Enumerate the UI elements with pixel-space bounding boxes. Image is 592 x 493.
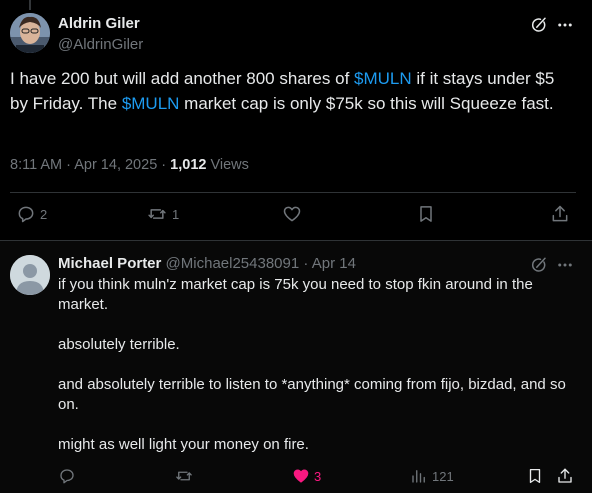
reply-author-handle[interactable]: @Michael25438091 bbox=[166, 255, 300, 272]
more-icon[interactable] bbox=[554, 254, 576, 276]
views-label: Views bbox=[210, 157, 249, 173]
repost-icon bbox=[148, 209, 166, 219]
author-avatar[interactable] bbox=[10, 13, 50, 53]
reply-action-bar: 3 121 bbox=[0, 467, 592, 489]
reply-post: Michael Porter @Michael25438091 · Apr 14… bbox=[0, 241, 592, 493]
cashtag-link[interactable]: $MULN bbox=[122, 94, 180, 113]
like-count: 3 bbox=[314, 468, 322, 484]
reply-paragraph: if you think muln'z market cap is 75k yo… bbox=[58, 276, 533, 313]
reply-paragraph: might as well light your money on fire. bbox=[58, 436, 309, 453]
reply-button[interactable] bbox=[58, 467, 76, 485]
post-text-segment: market cap is only $75k so this will Squ… bbox=[179, 93, 554, 113]
like-icon bbox=[283, 206, 301, 222]
meta-separator: · bbox=[161, 157, 171, 173]
like-button[interactable] bbox=[282, 204, 302, 224]
like-icon bbox=[293, 469, 309, 483]
views-button[interactable]: 121 bbox=[410, 467, 454, 485]
more-icon[interactable] bbox=[554, 14, 576, 36]
bookmark-button[interactable] bbox=[416, 204, 436, 224]
reply-icon bbox=[18, 206, 34, 223]
reply-separator: · bbox=[303, 255, 309, 272]
views-icon bbox=[412, 470, 425, 483]
repost-button[interactable]: 1 bbox=[146, 204, 179, 224]
action-bar: 2 1 bbox=[0, 200, 592, 232]
bookmark-icon bbox=[529, 468, 541, 484]
divider bbox=[10, 192, 576, 193]
post-time[interactable]: 8:11 AM bbox=[10, 157, 62, 173]
reply-icon bbox=[60, 469, 74, 484]
reply-paragraph: absolutely terrible. bbox=[58, 336, 180, 353]
bookmark-icon bbox=[420, 206, 432, 222]
post-text: I have 200 but will add another 800 shar… bbox=[10, 67, 570, 116]
repost-icon bbox=[176, 471, 192, 481]
share-icon bbox=[552, 205, 568, 222]
reply-date[interactable]: Apr 14 bbox=[312, 255, 356, 272]
reply-paragraph: and absolutely terrible to listen to *an… bbox=[58, 376, 566, 413]
share-button[interactable] bbox=[556, 467, 574, 485]
cashtag-link[interactable]: $MULN bbox=[354, 69, 412, 88]
default-avatar-icon bbox=[10, 255, 50, 295]
grok-icon[interactable] bbox=[528, 14, 550, 36]
post-meta: 8:11 AM · Apr 14, 2025 · 1,012 Views bbox=[10, 157, 249, 173]
like-button[interactable]: 3 bbox=[292, 467, 321, 485]
post-date[interactable]: Apr 14, 2025 bbox=[74, 157, 157, 173]
views-count: 1,012 bbox=[170, 157, 207, 173]
author-handle[interactable]: @AldrinGiler bbox=[58, 36, 143, 53]
main-post: Aldrin Giler @AldrinGiler I have 200 but… bbox=[0, 0, 592, 240]
reply-text: if you think muln'z market cap is 75k yo… bbox=[58, 275, 578, 475]
meta-separator: · bbox=[66, 157, 75, 173]
avatar-photo bbox=[10, 13, 50, 53]
reply-button[interactable]: 2 bbox=[16, 204, 47, 224]
views-count: 121 bbox=[432, 468, 454, 484]
author-name[interactable]: Aldrin Giler bbox=[58, 15, 140, 32]
reply-avatar[interactable] bbox=[10, 255, 50, 295]
grok-icon[interactable] bbox=[528, 254, 550, 276]
repost-count: 1 bbox=[172, 206, 180, 222]
share-button[interactable] bbox=[550, 204, 570, 224]
reply-count: 2 bbox=[40, 206, 48, 222]
share-icon bbox=[558, 468, 572, 483]
reply-author-name[interactable]: Michael Porter bbox=[58, 255, 161, 272]
reply-header: Michael Porter @Michael25438091 · Apr 14 bbox=[58, 255, 356, 272]
bookmark-button[interactable] bbox=[526, 467, 544, 485]
repost-button[interactable] bbox=[174, 467, 194, 485]
post-text-segment: I have 200 but will add another 800 shar… bbox=[10, 69, 355, 88]
